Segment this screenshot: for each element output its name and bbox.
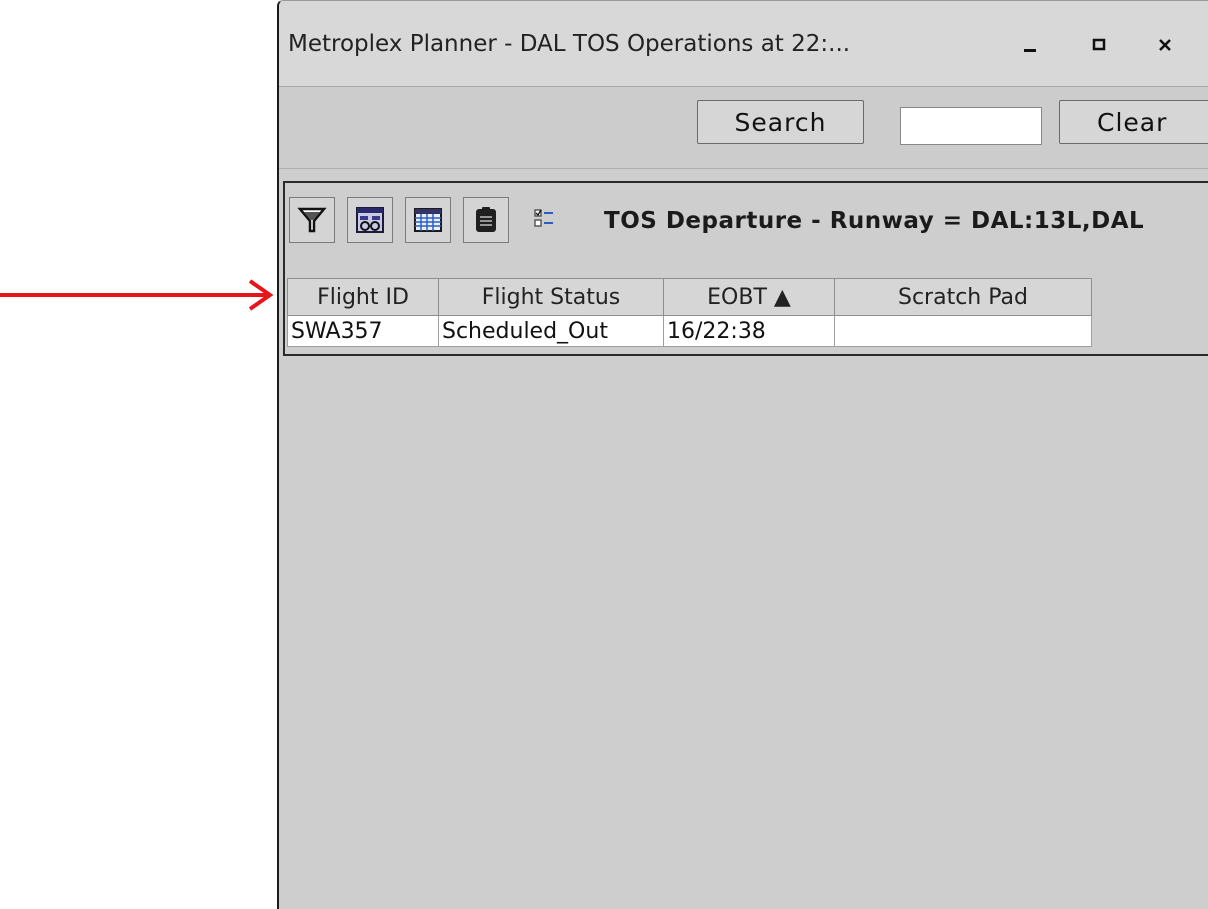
close-icon <box>1159 39 1171 51</box>
cell-eobt[interactable]: 16/22:38 <box>663 315 835 347</box>
window-title: Metroplex Planner - DAL TOS Operations a… <box>288 31 851 57</box>
cell-flight-id[interactable]: SWA357 <box>287 315 439 347</box>
clipboard-button[interactable] <box>463 197 509 243</box>
maximize-button[interactable] <box>1083 29 1115 61</box>
column-header-flight-status[interactable]: Flight Status <box>438 278 664 316</box>
flight-view-icon <box>356 207 384 233</box>
flight-view-button[interactable] <box>347 197 393 243</box>
annotation-arrow <box>0 279 274 311</box>
metroplex-planner-window: Metroplex Planner - DAL TOS Operations a… <box>277 0 1208 909</box>
cell-scratch-pad[interactable] <box>834 315 1092 347</box>
maximize-icon <box>1092 38 1106 51</box>
table-grid-icon <box>414 208 442 232</box>
minimize-button[interactable] <box>1014 29 1046 61</box>
flight-table: Flight ID Flight Status EOBT ▲ Scratch P… <box>287 278 1092 347</box>
table-row[interactable]: SWA357 Scheduled_Out 16/22:38 <box>287 315 1092 347</box>
title-bar[interactable]: Metroplex Planner - DAL TOS Operations a… <box>279 1 1208 87</box>
cell-flight-status[interactable]: Scheduled_Out <box>438 315 664 347</box>
close-button[interactable] <box>1149 29 1181 61</box>
clipboard-icon <box>476 207 496 232</box>
column-header-flight-id[interactable]: Flight ID <box>287 278 439 316</box>
column-header-eobt[interactable]: EOBT ▲ <box>663 278 835 316</box>
panel-title: TOS Departure - Runway = DAL:13L,DAL <box>604 208 1145 234</box>
tos-departure-panel: TOS Departure - Runway = DAL:13L,DAL Fli… <box>283 181 1208 356</box>
checklist-button[interactable] <box>521 197 567 243</box>
search-input[interactable] <box>900 107 1042 145</box>
filter-button[interactable] <box>289 197 335 243</box>
checklist-icon <box>534 209 553 227</box>
column-header-scratch-pad[interactable]: Scratch Pad <box>834 278 1092 316</box>
table-grid-button[interactable] <box>405 197 451 243</box>
search-toolbar: Search Clear <box>279 87 1208 169</box>
search-button[interactable]: Search <box>697 100 864 144</box>
clear-button[interactable]: Clear <box>1059 100 1208 144</box>
minimize-icon <box>1024 49 1036 52</box>
filter-icon <box>297 207 327 233</box>
empty-content-area <box>279 356 1208 909</box>
